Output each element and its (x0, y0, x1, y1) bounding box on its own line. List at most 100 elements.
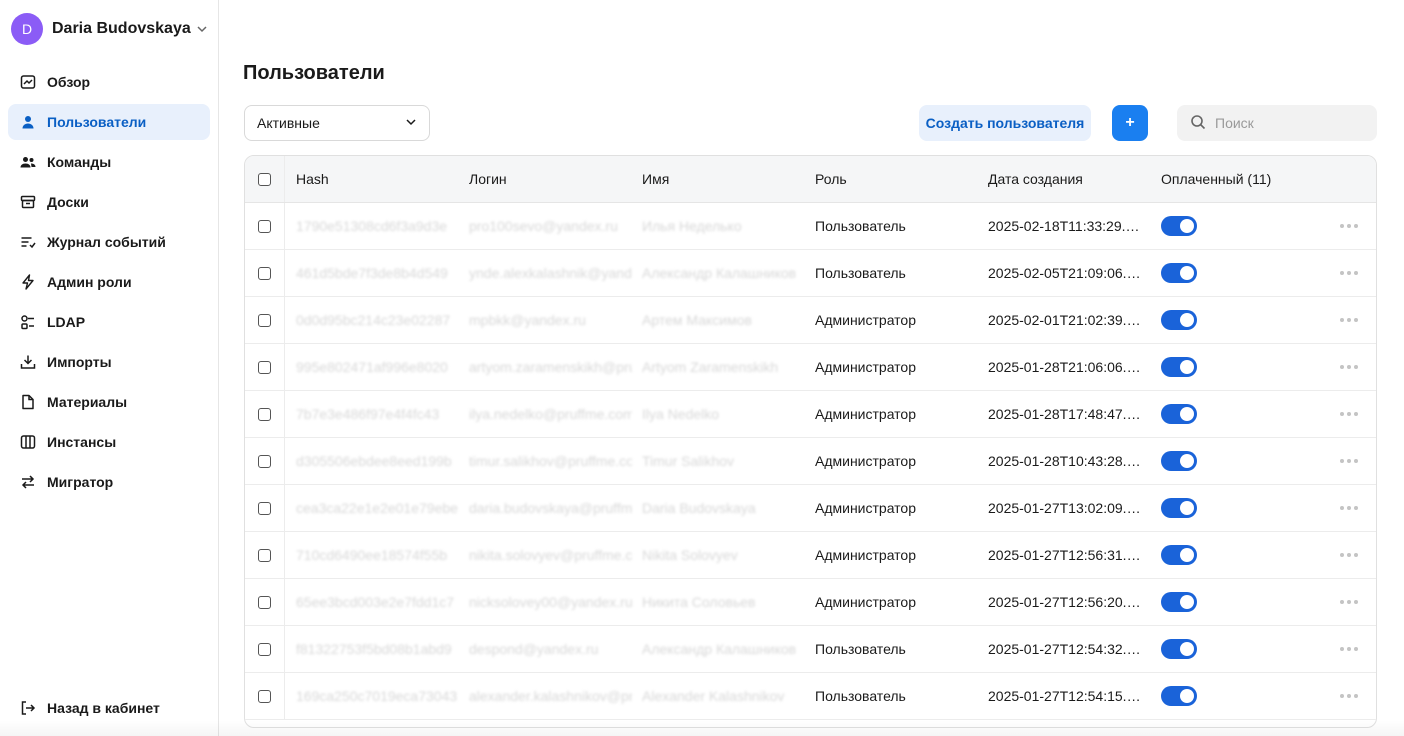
paid-toggle[interactable] (1161, 310, 1197, 330)
more-options-icon[interactable] (1338, 639, 1360, 659)
sidebar-nav: Обзор Пользователи Команды Доски Журнал … (8, 64, 210, 504)
cell-hash: cea3ca22e1e2e01e79ebe (296, 500, 458, 516)
more-options-icon[interactable] (1338, 498, 1360, 518)
cell-name: Nikita Solovyev (642, 547, 738, 563)
cell-login: pro100sevo@yandex.ru (469, 218, 618, 234)
sidebar-item-label: Админ роли (47, 274, 132, 290)
select-all-checkbox[interactable] (258, 172, 271, 186)
row-checkbox[interactable] (258, 595, 271, 609)
table-row[interactable]: 65ee3bcd003e2e7fdd1c7 nicksolovey00@yand… (245, 579, 1376, 626)
cell-name: Александр Калашников (642, 641, 797, 657)
sidebar: D Daria Budovskaya Обзор Пользователи Ко… (0, 0, 219, 736)
sidebar-item-boards[interactable]: Доски (8, 184, 210, 220)
paid-toggle[interactable] (1161, 545, 1197, 565)
cell-name: Александр Калашников (642, 265, 797, 281)
table-row[interactable]: 461d5bde7f3de8b4d549 ynde.alexkalashnik@… (245, 250, 1376, 297)
cell-name: Ilya Nedelko (642, 406, 720, 422)
row-checkbox[interactable] (258, 219, 271, 233)
header-role[interactable]: Роль (815, 171, 978, 187)
table-row[interactable]: 1790e51308cd6f3a9d3e pro100sevo@yandex.r… (245, 203, 1376, 250)
more-options-icon[interactable] (1338, 357, 1360, 377)
more-options-icon[interactable] (1338, 686, 1360, 706)
row-checkbox[interactable] (258, 689, 271, 703)
table-row[interactable]: 995e802471af996e8020 artyom.zaramenskikh… (245, 344, 1376, 391)
cell-role: Администратор (815, 312, 917, 328)
table-row[interactable]: d305506ebdee8eed199b timur.salikhov@pruf… (245, 438, 1376, 485)
chevron-down-icon (196, 23, 208, 35)
paid-toggle[interactable] (1161, 263, 1197, 283)
sidebar-item-label: Материалы (47, 394, 128, 410)
table-row[interactable]: f81322753f5bd08b1abd9 despond@yandex.ru … (245, 626, 1376, 673)
header-date[interactable]: Дата создания (988, 171, 1141, 187)
row-checkbox[interactable] (258, 360, 271, 374)
more-options-icon[interactable] (1338, 216, 1360, 236)
cell-login: despond@yandex.ru (469, 641, 599, 657)
table-header: Hash Логин Имя Роль Дата создания Оплаче… (245, 156, 1376, 203)
user-menu[interactable]: D Daria Budovskaya (11, 13, 208, 45)
more-options-icon[interactable] (1338, 451, 1360, 471)
more-options-icon[interactable] (1338, 545, 1360, 565)
sidebar-item-materials[interactable]: Материалы (8, 384, 210, 420)
row-checkbox[interactable] (258, 266, 271, 280)
sidebar-item-admin-roles[interactable]: Админ роли (8, 264, 210, 300)
header-paid[interactable]: Оплаченный (11) (1161, 171, 1271, 187)
paid-toggle[interactable] (1161, 357, 1197, 377)
back-to-cabinet-link[interactable]: Назад в кабинет (8, 690, 210, 726)
row-checkbox[interactable] (258, 454, 271, 468)
sidebar-item-migrator[interactable]: Мигратор (8, 464, 210, 500)
arrows-icon (20, 474, 36, 490)
status-filter-value: Активные (257, 115, 320, 131)
header-name[interactable]: Имя (642, 171, 805, 187)
header-login[interactable]: Логин (469, 171, 632, 187)
table-row[interactable]: 7b7e3e486f97e4f4fc43 ilya.nedelko@pruffm… (245, 391, 1376, 438)
table-row[interactable]: 169ca250c7019eca73043 alexander.kalashni… (245, 673, 1376, 720)
paid-toggle[interactable] (1161, 404, 1197, 424)
header-hash[interactable]: Hash (296, 171, 459, 187)
bolt-icon (20, 274, 36, 290)
more-options-icon[interactable] (1338, 592, 1360, 612)
row-checkbox[interactable] (258, 548, 271, 562)
sidebar-item-label: Инстансы (47, 434, 117, 450)
more-options-icon[interactable] (1338, 404, 1360, 424)
search-input[interactable] (1215, 115, 1365, 131)
sidebar-item-teams[interactable]: Команды (8, 144, 210, 180)
sidebar-item-event-log[interactable]: Журнал событий (8, 224, 210, 260)
sidebar-item-label: Импорты (47, 354, 112, 370)
cell-date: 2025-01-28T10:43:28.915Z (988, 453, 1141, 469)
add-button[interactable]: + (1112, 105, 1148, 141)
row-checkbox[interactable] (258, 642, 271, 656)
paid-toggle[interactable] (1161, 451, 1197, 471)
sidebar-item-overview[interactable]: Обзор (8, 64, 210, 100)
row-checkbox[interactable] (258, 501, 271, 515)
row-checkbox[interactable] (258, 407, 271, 421)
table-body: 1790e51308cd6f3a9d3e pro100sevo@yandex.r… (245, 203, 1376, 720)
paid-toggle[interactable] (1161, 216, 1197, 236)
table-row[interactable]: 710cd6490ee18574f55b nikita.solovyev@pru… (245, 532, 1376, 579)
avatar: D (11, 13, 43, 45)
sidebar-item-ldap[interactable]: LDAP (8, 304, 210, 340)
paid-toggle[interactable] (1161, 639, 1197, 659)
sidebar-item-label: Обзор (47, 74, 91, 90)
row-select-cell (245, 344, 285, 390)
cell-role: Администратор (815, 359, 917, 375)
status-filter-select[interactable]: Активные (244, 105, 430, 141)
more-options-icon[interactable] (1338, 263, 1360, 283)
paid-toggle[interactable] (1161, 686, 1197, 706)
cell-hash: 995e802471af996e8020 (296, 359, 448, 375)
table-row[interactable]: 0d0d95bc214c23e02287 mpbkk@yandex.ru Арт… (245, 297, 1376, 344)
cell-date: 2025-01-27T12:56:20.073Z (988, 594, 1141, 610)
sidebar-item-users[interactable]: Пользователи (8, 104, 210, 140)
sidebar-item-imports[interactable]: Импорты (8, 344, 210, 380)
cell-date: 2025-01-28T17:48:47.260Z (988, 406, 1141, 422)
row-checkbox[interactable] (258, 313, 271, 327)
table-row[interactable]: cea3ca22e1e2e01e79ebe daria.budovskaya@p… (245, 485, 1376, 532)
sidebar-item-instances[interactable]: Инстансы (8, 424, 210, 460)
cell-date: 2025-01-27T13:02:09.347Z (988, 500, 1141, 516)
cell-date: 2025-01-28T21:06:06.504Z (988, 359, 1141, 375)
paid-toggle[interactable] (1161, 498, 1197, 518)
chevron-down-icon (405, 115, 417, 131)
columns-icon (20, 434, 36, 450)
more-options-icon[interactable] (1338, 310, 1360, 330)
create-user-button[interactable]: Создать пользователя (919, 105, 1091, 141)
paid-toggle[interactable] (1161, 592, 1197, 612)
